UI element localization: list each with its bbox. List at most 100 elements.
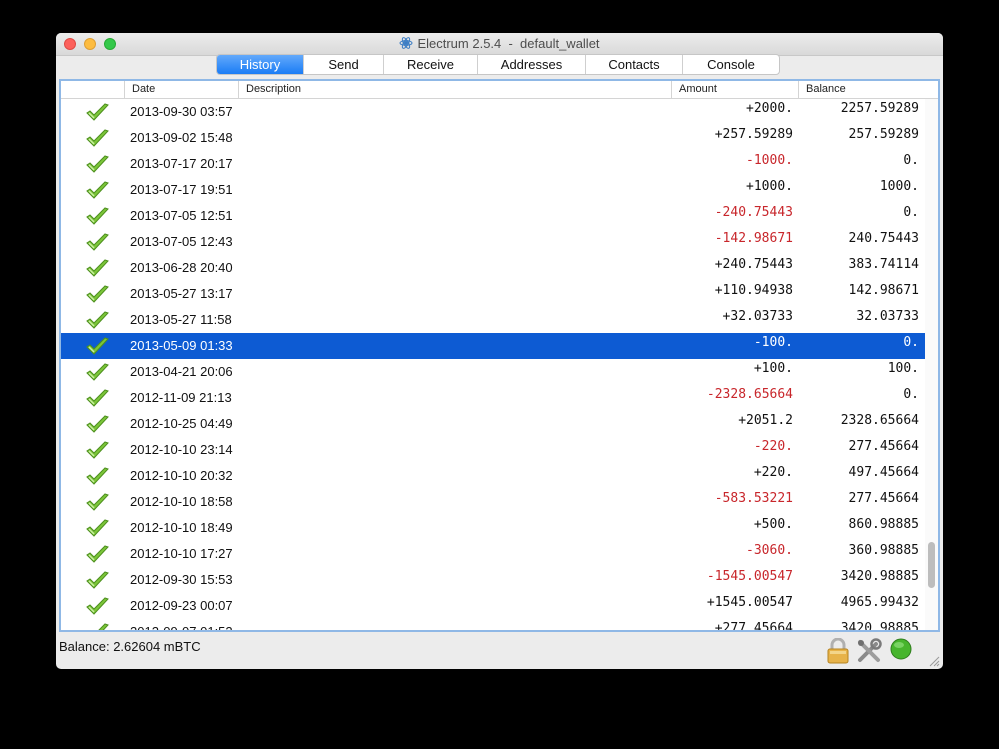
row-balance: 383.74114	[848, 257, 919, 272]
row-amount: -142.98671	[714, 231, 793, 246]
row-date: 2012-10-10 18:49	[130, 520, 233, 535]
table-row[interactable]: 2013-05-27 11:58 +32.03733 32.03733	[61, 307, 925, 333]
preferences-icon[interactable]	[856, 638, 882, 664]
row-date: 2013-07-17 20:17	[130, 156, 233, 171]
tab-history[interactable]: History	[217, 55, 304, 74]
row-balance: 1000.	[879, 179, 919, 194]
row-amount: -220.	[753, 439, 793, 454]
table-row[interactable]: 2012-09-23 00:07 +1545.00547 4965.99432	[61, 593, 925, 619]
confirmed-check-icon	[86, 415, 109, 433]
row-balance: 277.45664	[848, 491, 919, 506]
row-date: 2013-05-27 11:58	[130, 312, 232, 327]
confirmed-check-icon	[86, 493, 109, 511]
header-amount[interactable]: Amount	[671, 81, 798, 98]
row-date: 2013-09-30 03:57	[130, 104, 233, 119]
tab-receive[interactable]: Receive	[384, 55, 478, 74]
row-balance: 2328.65664	[840, 413, 919, 428]
row-amount: -2328.65664	[706, 387, 793, 402]
window-title: Electrum 2.5.4 - default_wallet	[56, 33, 943, 55]
row-balance: 0.	[903, 153, 919, 168]
row-balance: 277.45664	[848, 439, 919, 454]
table-row[interactable]: 2013-07-17 19:51 +1000. 1000.	[61, 177, 925, 203]
confirmed-check-icon	[86, 155, 109, 173]
row-amount: +32.03733	[722, 309, 793, 324]
table-row[interactable]: 2012-10-10 18:58 -583.53221 277.45664	[61, 489, 925, 515]
confirmed-check-icon	[86, 103, 109, 121]
confirmed-check-icon	[86, 545, 109, 563]
scrollbar-thumb[interactable]	[928, 542, 935, 588]
row-balance: 100.	[887, 361, 919, 376]
confirmed-check-icon	[86, 571, 109, 589]
row-date: 2012-09-30 15:53	[130, 572, 233, 587]
row-balance: 0.	[903, 205, 919, 220]
table-row[interactable]: 2013-05-09 01:33 -100. 0.	[61, 333, 925, 359]
tab-send[interactable]: Send	[304, 55, 384, 74]
row-balance: 860.98885	[848, 517, 919, 532]
table-row[interactable]: 2013-07-17 20:17 -1000. 0.	[61, 151, 925, 177]
confirmed-check-icon	[86, 233, 109, 251]
header-date[interactable]: Date	[124, 81, 238, 98]
row-amount: +500.	[753, 517, 793, 532]
table-row[interactable]: 2013-07-05 12:51 -240.75443 0.	[61, 203, 925, 229]
history-panel: Date Description Amount Balance 2013-09-…	[59, 79, 940, 632]
row-balance: 3420.98885	[840, 569, 919, 584]
table-row[interactable]: 2012-10-10 20:32 +220. 497.45664	[61, 463, 925, 489]
row-amount: +240.75443	[714, 257, 793, 272]
header-description[interactable]: Description	[238, 81, 671, 98]
header-balance[interactable]: Balance	[798, 81, 938, 98]
confirmed-check-icon	[86, 389, 109, 407]
row-date: 2013-07-17 19:51	[130, 182, 233, 197]
table-row[interactable]: 2013-09-30 03:57 +2000. 2257.59289	[61, 99, 925, 125]
table-row[interactable]: 2012-09-30 15:53 -1545.00547 3420.98885	[61, 567, 925, 593]
confirmed-check-icon	[86, 181, 109, 199]
row-amount: -240.75443	[714, 205, 793, 220]
row-amount: -1545.00547	[706, 569, 793, 584]
resize-grip-icon[interactable]	[928, 655, 940, 667]
row-amount: -583.53221	[714, 491, 793, 506]
vertical-scrollbar[interactable]	[925, 99, 938, 630]
confirmed-check-icon	[86, 441, 109, 459]
confirmed-check-icon	[86, 597, 109, 615]
row-amount: +1545.00547	[706, 595, 793, 610]
row-amount: +220.	[753, 465, 793, 480]
confirmed-check-icon	[86, 207, 109, 225]
table-row[interactable]: 2013-04-21 20:06 +100. 100.	[61, 359, 925, 385]
lock-icon[interactable]	[826, 638, 850, 664]
table-row[interactable]: 2012-10-10 17:27 -3060. 360.98885	[61, 541, 925, 567]
confirmed-check-icon	[86, 259, 109, 277]
row-balance: 2257.59289	[840, 101, 919, 116]
row-amount: +257.59289	[714, 127, 793, 142]
table-row[interactable]: 2012-10-10 23:14 -220. 277.45664	[61, 437, 925, 463]
row-balance: 257.59289	[848, 127, 919, 142]
row-balance: 4965.99432	[840, 595, 919, 610]
confirmed-check-icon	[86, 363, 109, 381]
confirmed-check-icon	[86, 311, 109, 329]
row-date: 2012-10-10 17:27	[130, 546, 233, 561]
row-amount: +1000.	[746, 179, 793, 194]
table-row[interactable]: 2013-09-02 15:48 +257.59289 257.59289	[61, 125, 925, 151]
table-row[interactable]: 2012-10-10 18:49 +500. 860.98885	[61, 515, 925, 541]
table-row[interactable]: 2012-11-09 21:13 -2328.65664 0.	[61, 385, 925, 411]
tab-console[interactable]: Console	[683, 55, 779, 74]
network-status-icon[interactable]	[890, 638, 912, 660]
table-row[interactable]: 2012-10-25 04:49 +2051.2 2328.65664	[61, 411, 925, 437]
table-row[interactable]: 2013-06-28 20:40 +240.75443 383.74114	[61, 255, 925, 281]
row-balance: 0.	[903, 335, 919, 350]
row-balance: 142.98671	[848, 283, 919, 298]
table-row[interactable]: 2013-05-27 13:17 +110.94938 142.98671	[61, 281, 925, 307]
row-amount: +100.	[753, 361, 793, 376]
row-balance: 497.45664	[848, 465, 919, 480]
confirmed-check-icon	[86, 285, 109, 303]
table-row[interactable]: 2013-07-05 12:43 -142.98671 240.75443	[61, 229, 925, 255]
tab-contacts[interactable]: Contacts	[586, 55, 683, 74]
row-amount: +2000.	[746, 101, 793, 116]
row-balance: 0.	[903, 387, 919, 402]
title-bar[interactable]: Electrum 2.5.4 - default_wallet	[56, 33, 943, 56]
table-row[interactable]: 2012-09-07 01:52 +277.45664 3420.98885	[61, 619, 925, 630]
header-status[interactable]	[61, 81, 124, 98]
tab-addresses[interactable]: Addresses	[478, 55, 586, 74]
row-date: 2012-10-10 23:14	[130, 442, 233, 457]
history-table-header: Date Description Amount Balance	[61, 81, 938, 99]
row-amount: -1000.	[746, 153, 793, 168]
row-amount: +2051.2	[738, 413, 793, 428]
